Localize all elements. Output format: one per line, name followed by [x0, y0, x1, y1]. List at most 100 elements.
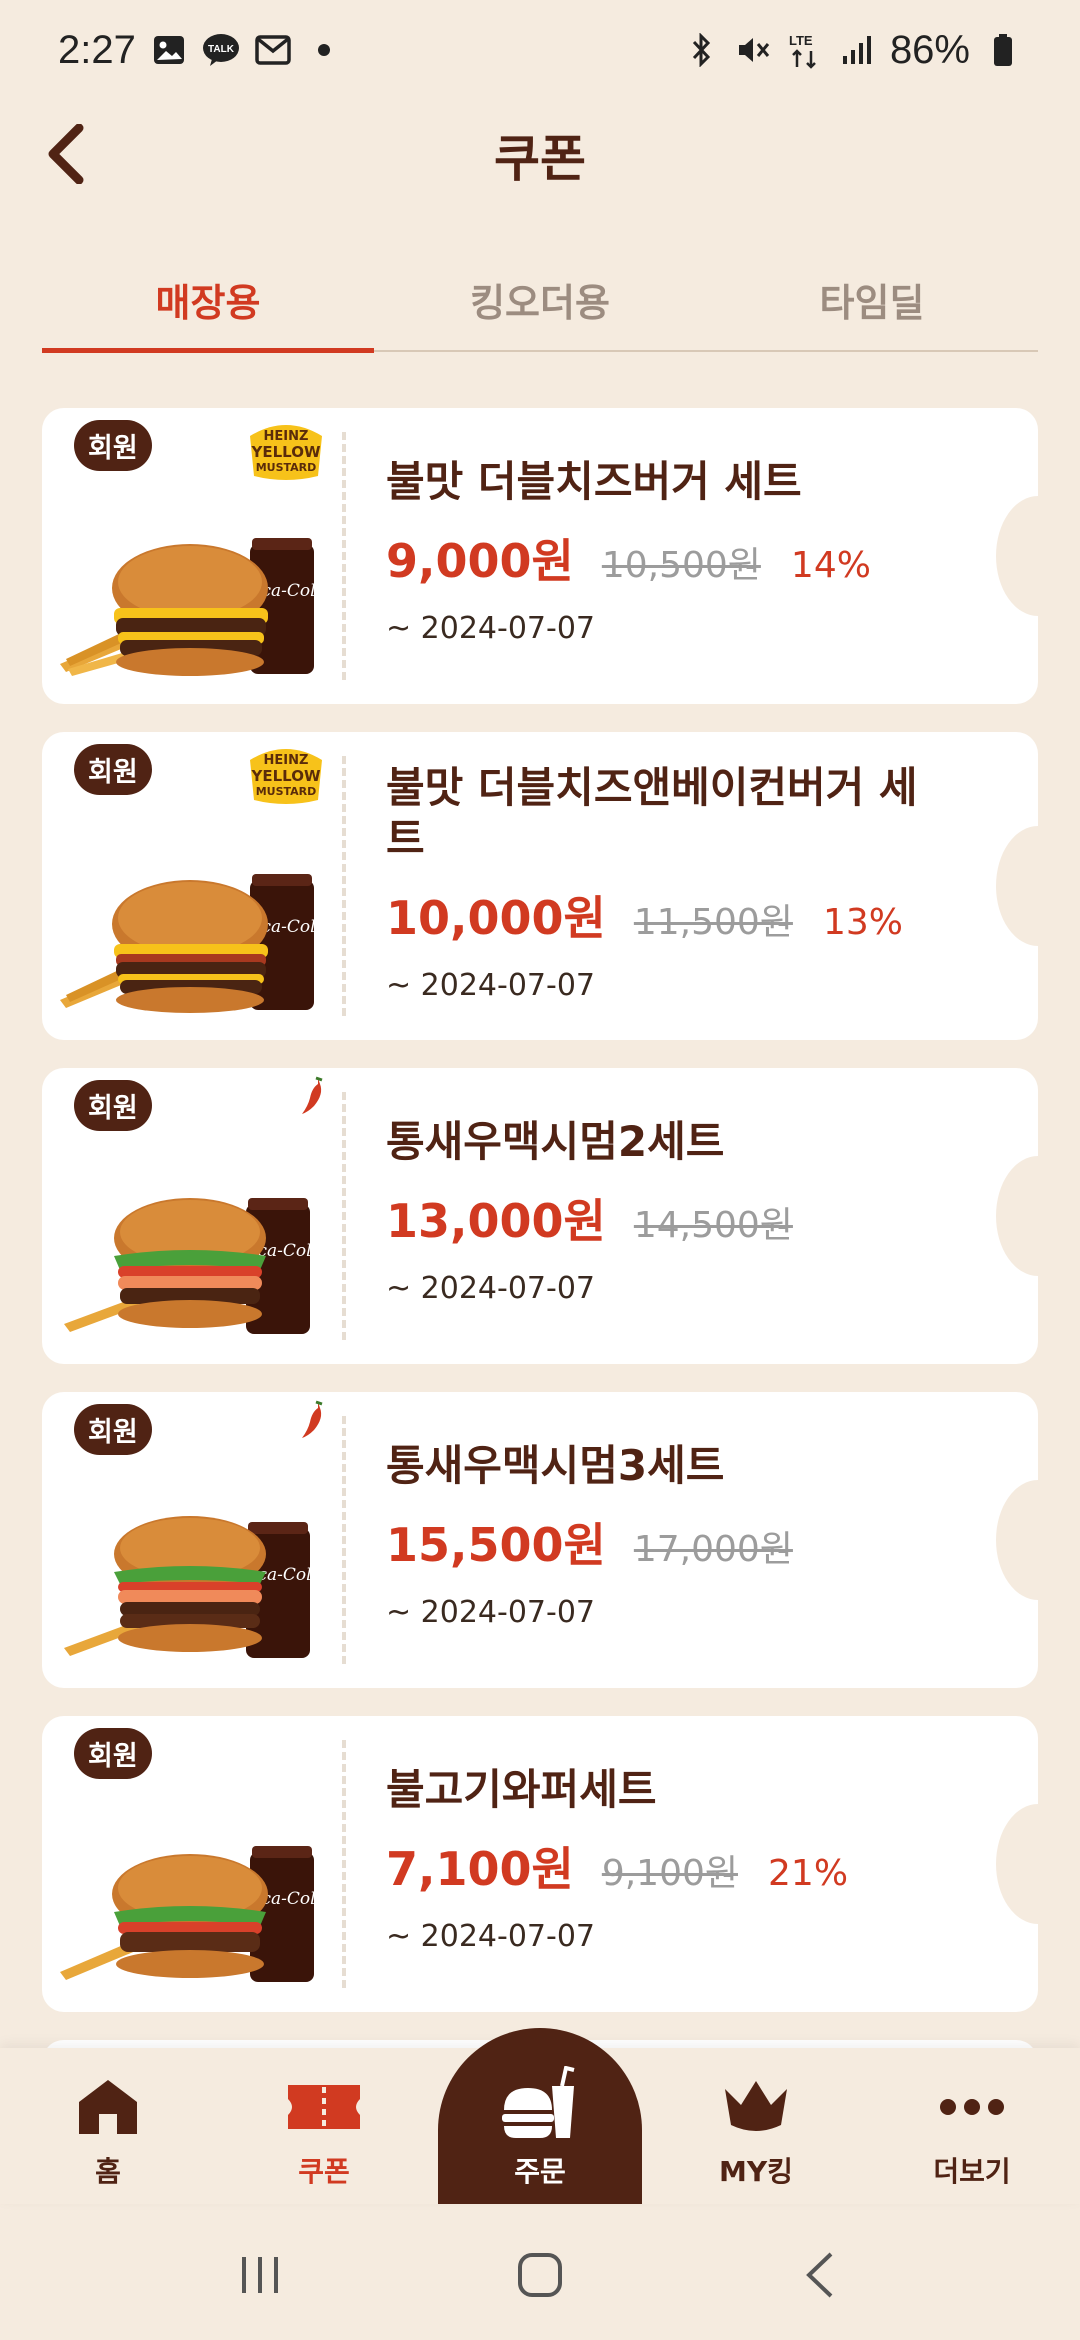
coupon-image: 회원 Coca-Cola — [42, 1068, 342, 1364]
back-button[interactable] — [36, 124, 96, 184]
nav-more-label: 더보기 — [933, 2155, 1011, 2188]
svg-text:YELLOW: YELLOW — [251, 443, 321, 461]
signal-icon — [838, 31, 876, 69]
coupon-divider — [342, 1092, 346, 1340]
crown-icon — [725, 2081, 787, 2131]
sale-price: 15,500원 — [386, 1518, 606, 1573]
tab-store[interactable]: 매장용 — [42, 248, 374, 353]
svg-text:YELLOW: YELLOW — [251, 767, 321, 785]
coupon-card[interactable]: 회원 HEINZ YELLOW MUSTARD Coca-Cola 불맛 더블치… — [42, 732, 1038, 1040]
original-price: 11,500원 — [633, 902, 793, 944]
nav-home[interactable]: 홈 — [8, 2072, 208, 2190]
recent-apps-icon — [242, 2257, 278, 2293]
back-system-button[interactable] — [780, 2235, 860, 2315]
chili-icon — [302, 1076, 323, 1114]
nav-coupon[interactable]: 쿠폰 — [224, 2072, 424, 2190]
nav-home-label: 홈 — [95, 2155, 121, 2188]
original-price: 9,100원 — [601, 1853, 739, 1895]
gallery-icon — [150, 31, 188, 69]
recent-apps-button[interactable] — [220, 2235, 300, 2315]
burger-set-icon: Coca-Cola — [64, 1198, 320, 1334]
lte-icon: LTE — [786, 31, 824, 69]
sale-price: 13,000원 — [386, 1194, 606, 1249]
discount-rate: 13% — [822, 902, 903, 944]
page-title: 쿠폰 — [494, 130, 586, 188]
mute-icon — [734, 31, 772, 69]
coupon-card[interactable]: 회원 Coca-Cola 불고기와퍼세트 7,100원 9,100원 21% ~… — [42, 1716, 1038, 2012]
back-chevron-icon — [806, 2252, 833, 2298]
system-nav-bar — [0, 2210, 1080, 2340]
nav-my-king[interactable]: MY킹 — [656, 2072, 856, 2190]
notification-dot-icon — [317, 44, 330, 56]
price-row: 15,500원 17,000원 — [386, 1509, 998, 1575]
coupon-list: 회원 HEINZ YELLOW MUSTARD Coca-Cola 불맛 더블치… — [42, 408, 1038, 2148]
tab-king-order[interactable]: 킹오더용 — [374, 248, 706, 350]
chili-icon — [302, 1400, 323, 1438]
coupon-card[interactable]: 회원 Coca-Cola 통새우맥시멈3세트 15,500원 17,000원 ~… — [42, 1392, 1038, 1688]
price-row: 9,000원 10,500원 14% — [386, 525, 998, 591]
sale-price: 7,100원 — [386, 1842, 574, 1897]
coupon-info: 불고기와퍼세트 7,100원 9,100원 21% ~ 2024-07-07 — [342, 1716, 1038, 2012]
talk-icon: TALK — [202, 31, 240, 69]
coupon-info: 불맛 더블치즈버거 세트 9,000원 10,500원 14% ~ 2024-0… — [342, 408, 1038, 704]
price-row: 13,000원 14,500원 — [386, 1185, 998, 1251]
burger-set-icon: Coca-Cola — [60, 874, 320, 1013]
svg-text:LTE: LTE — [789, 33, 813, 48]
svg-text:HEINZ: HEINZ — [264, 753, 309, 768]
expiry-date: ~ 2024-07-07 — [386, 968, 596, 1004]
original-price: 14,500원 — [633, 1205, 793, 1247]
coupon-image: 회원 HEINZ YELLOW MUSTARD Coca-Cola — [42, 732, 342, 1040]
coupon-info: 불맛 더블치즈앤베이컨버거 세트 10,000원 11,500원 13% ~ 2… — [342, 732, 1038, 1040]
member-badge: 회원 — [74, 420, 152, 471]
coupon-ticket-icon — [288, 2085, 360, 2129]
original-price: 10,500원 — [601, 545, 761, 587]
mustard-icon: HEINZ YELLOW MUSTARD — [250, 749, 322, 804]
home-system-button[interactable] — [500, 2235, 580, 2315]
nav-more[interactable]: 더보기 — [872, 2072, 1072, 2190]
coupon-divider — [342, 432, 346, 680]
svg-text:MUSTARD: MUSTARD — [256, 461, 317, 474]
expiry-date: ~ 2024-07-07 — [386, 611, 596, 647]
member-badge: 회원 — [74, 744, 152, 795]
coupon-image: 회원 Coca-Cola — [42, 1716, 342, 2012]
tab-bar: 매장용 킹오더용 타임딜 — [42, 248, 1038, 353]
burger-set-icon: Coca-Cola — [60, 538, 320, 676]
nav-coupon-label: 쿠폰 — [298, 2155, 350, 2188]
mustard-icon: HEINZ YELLOW MUSTARD — [250, 425, 322, 480]
discount-rate: 21% — [768, 1853, 849, 1895]
coupon-divider — [342, 1740, 346, 1988]
coupon-info: 통새우맥시멈3세트 15,500원 17,000원 ~ 2024-07-07 — [342, 1392, 1038, 1688]
coupon-card[interactable]: 회원 HEINZ YELLOW MUSTARD Coca-Cola 불맛 더블치… — [42, 408, 1038, 704]
battery-percent: 86% — [889, 27, 970, 72]
status-bar: 2:27 TALK LTE 86% — [0, 0, 1080, 100]
header: 쿠폰 — [0, 110, 1080, 200]
member-badge: 회원 — [74, 1728, 152, 1779]
coupon-image: 회원 Coca-Cola — [42, 1392, 342, 1688]
coupon-info: 통새우맥시멈2세트 13,000원 14,500원 ~ 2024-07-07 — [342, 1068, 1038, 1364]
sale-price: 10,000원 — [386, 891, 606, 946]
coupon-divider — [342, 756, 346, 1016]
sale-price: 9,000원 — [386, 534, 574, 589]
more-dots-icon — [940, 2099, 1004, 2115]
bluetooth-icon — [682, 31, 720, 69]
coupon-image: 회원 HEINZ YELLOW MUSTARD Coca-Cola — [42, 408, 342, 704]
chevron-left-icon — [48, 124, 84, 184]
home-icon — [79, 2080, 137, 2134]
coupon-card[interactable]: 회원 Coca-Cola 통새우맥시멈2세트 13,000원 14,500원 ~… — [42, 1068, 1038, 1364]
mail-icon — [254, 31, 292, 69]
nav-my-king-label: MY킹 — [719, 2155, 793, 2188]
nav-order-label: 주문 — [514, 2155, 566, 2188]
burger-set-icon: Coca-Cola — [64, 1516, 320, 1658]
coupon-name: 불고기와퍼세트 — [386, 1765, 657, 1814]
svg-text:HEINZ: HEINZ — [264, 429, 309, 444]
svg-text:TALK: TALK — [208, 44, 235, 55]
home-square-icon — [518, 2253, 562, 2297]
price-row: 7,100원 9,100원 21% — [386, 1833, 998, 1899]
coupon-name: 통새우맥시멈2세트 — [386, 1117, 725, 1166]
tab-time-deal[interactable]: 타임딜 — [706, 248, 1038, 350]
expiry-date: ~ 2024-07-07 — [386, 1271, 596, 1307]
expiry-date: ~ 2024-07-07 — [386, 1595, 596, 1631]
member-badge: 회원 — [74, 1080, 152, 1131]
burger-drink-icon — [502, 2066, 575, 2138]
discount-rate: 14% — [790, 545, 871, 587]
